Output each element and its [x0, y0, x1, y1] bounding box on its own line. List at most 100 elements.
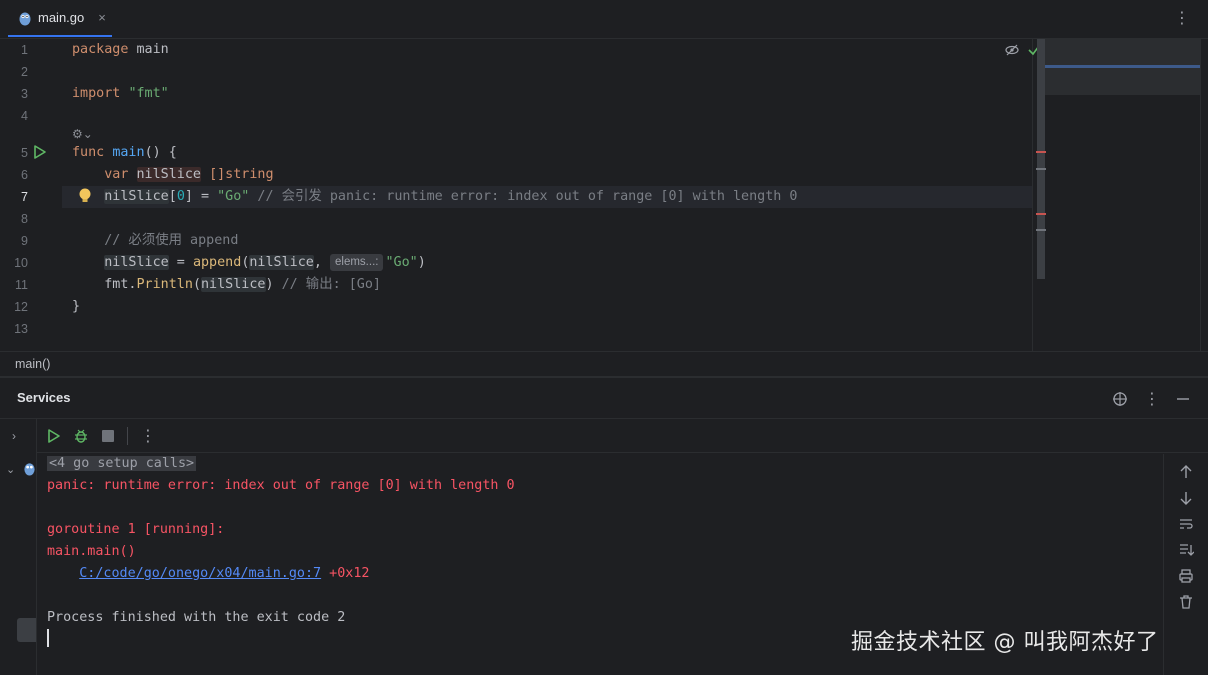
- more-options-icon[interactable]: ⋮: [1174, 8, 1190, 28]
- minimize-icon[interactable]: [1176, 392, 1190, 406]
- code-line-5: func main() {: [72, 142, 177, 164]
- editor-scrollbar[interactable]: [1037, 39, 1045, 279]
- package-name: fmt.: [104, 277, 137, 292]
- line-number: 5: [21, 146, 28, 160]
- type: []string: [209, 167, 274, 182]
- print-icon[interactable]: [1178, 568, 1194, 584]
- stop-icon[interactable]: [101, 429, 115, 443]
- offset-text: +0x12: [321, 566, 370, 581]
- code-text: =: [192, 189, 218, 204]
- line-number: 7: [21, 190, 28, 204]
- code-line-7: nilSlice[0] = "Go" // 会引发 panic: runtime…: [72, 186, 797, 208]
- arrow-down-icon[interactable]: [1179, 490, 1193, 506]
- code-line-10: nilSlice = append(nilSlice, elems...: "Go…: [72, 252, 426, 274]
- code-line-12: }: [72, 296, 80, 318]
- code-vision-icon[interactable]: ⚙⌄: [72, 127, 93, 141]
- variable: nilSlice: [201, 277, 266, 292]
- trash-icon[interactable]: [1178, 594, 1194, 610]
- console-line: C:/code/go/onego/x04/main.go:7 +0x12: [47, 563, 369, 585]
- close-tab-icon[interactable]: ×: [98, 10, 106, 25]
- keyword: var: [104, 167, 129, 182]
- string-literal: "Go": [217, 189, 250, 204]
- chevron-right-icon[interactable]: ›: [12, 429, 16, 443]
- locate-crosshair-icon[interactable]: [1112, 391, 1128, 407]
- code-text: ]: [184, 189, 193, 204]
- number-literal: 0: [176, 189, 185, 204]
- line-number: 11: [15, 278, 28, 292]
- editor-divider: [1032, 39, 1033, 351]
- line-number: 4: [21, 109, 28, 123]
- services-title: Services: [17, 390, 71, 405]
- code-text: }: [72, 299, 81, 314]
- soft-wrap-icon[interactable]: [1178, 516, 1194, 532]
- services-header-actions: ⋮: [1112, 389, 1190, 409]
- line-number: 2: [21, 65, 28, 79]
- warning-marker: [1036, 168, 1046, 170]
- services-tree[interactable]: › ⌄: [0, 419, 37, 675]
- variable: nilSlice: [104, 255, 169, 270]
- editor-tab-bar: main.go × ⋮: [0, 0, 1208, 39]
- scroll-to-end-icon[interactable]: [1178, 542, 1194, 558]
- warning-marker: [1036, 229, 1046, 231]
- tab-label: main.go: [38, 10, 85, 25]
- console-side-toolbar: [1163, 454, 1208, 675]
- line-number: 12: [14, 300, 28, 314]
- line-number: 3: [21, 87, 28, 101]
- minimap-viewport: [1045, 65, 1201, 68]
- code-editor[interactable]: 1 2 3 4 5 6 7 8 9 10 11 12 13 ⚙⌄ package…: [0, 39, 1208, 351]
- code-line-11: fmt.Println(nilSlice) // 输出: [Go]: [72, 274, 381, 296]
- console-line: panic: runtime error: index out of range…: [47, 478, 515, 493]
- tab-main-go[interactable]: main.go ×: [8, 0, 112, 37]
- code-text: ): [417, 255, 426, 270]
- console-line: <4 go setup calls>: [47, 453, 197, 475]
- code-line-9: // 必须使用 append: [72, 230, 238, 252]
- code-text: ): [265, 277, 274, 292]
- code-minimap[interactable]: [1045, 39, 1201, 95]
- variable: nilSlice: [136, 167, 201, 182]
- line-number: 6: [21, 168, 28, 182]
- error-marker: [1036, 213, 1046, 215]
- console-line: main.main(): [47, 544, 136, 559]
- rerun-icon[interactable]: [47, 428, 61, 443]
- line-number-gutter: 1 2 3 4 5 6 7 8 9 10 11 12 13: [0, 39, 62, 351]
- reader-mode-icon[interactable]: [1005, 43, 1019, 57]
- toolbar-separator: [127, 426, 128, 445]
- string-literal: "fmt": [128, 86, 169, 101]
- keyword: import: [72, 86, 121, 101]
- line-number: 13: [14, 322, 28, 336]
- string-literal: "Go": [385, 255, 418, 270]
- console-line: Process finished with the exit code 2: [47, 610, 346, 625]
- more-options-icon[interactable]: ⋮: [140, 426, 156, 446]
- function-name: main: [112, 145, 145, 160]
- code-text: () {: [144, 145, 177, 160]
- comment: // 会引发 panic: runtime error: index out o…: [249, 189, 798, 204]
- run-toolbar: ⋮: [37, 419, 1208, 453]
- arrow-up-icon[interactable]: [1179, 464, 1193, 480]
- code-line-6: var nilSlice []string: [72, 164, 274, 186]
- breadcrumb[interactable]: main(): [0, 351, 1208, 375]
- variable: nilSlice: [249, 255, 314, 270]
- console-line: goroutine 1 [running]:: [47, 522, 225, 537]
- minimap-divider: [1200, 39, 1201, 351]
- comment: // 输出: [Go]: [273, 277, 381, 292]
- chevron-down-icon[interactable]: ⌄: [6, 463, 15, 476]
- go-gopher-icon: [24, 463, 35, 476]
- go-gopher-icon: [19, 12, 31, 25]
- comment: // 必须使用 append: [104, 233, 239, 248]
- tree-scrollbar[interactable]: [17, 618, 36, 642]
- keyword: func: [72, 145, 105, 160]
- line-number: 9: [21, 234, 28, 248]
- source-link[interactable]: C:/code/go/onego/x04/main.go:7: [79, 566, 321, 581]
- more-options-icon[interactable]: ⋮: [1144, 389, 1160, 409]
- error-marker: [1036, 151, 1046, 153]
- code-line-3: import "fmt": [72, 83, 169, 105]
- line-number: 8: [21, 212, 28, 226]
- code-text: main: [128, 42, 169, 57]
- function-call: append: [192, 255, 242, 270]
- run-main-gutter-icon[interactable]: [33, 145, 47, 159]
- editor-status-icons: [1005, 43, 1041, 57]
- code-text: (: [192, 277, 201, 292]
- line-number: 10: [14, 256, 28, 270]
- debug-bug-icon[interactable]: [73, 428, 89, 444]
- setup-calls-fold[interactable]: <4 go setup calls>: [47, 456, 197, 471]
